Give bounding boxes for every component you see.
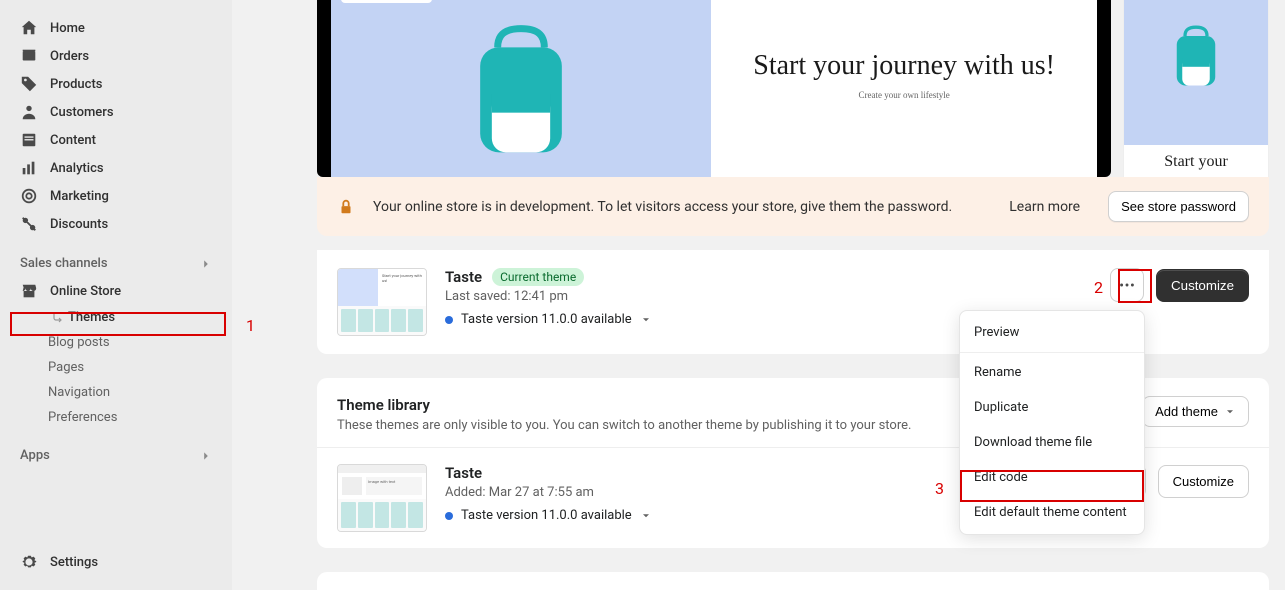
dots-horizontal-icon <box>1118 276 1136 294</box>
banner-text: Your online store is in development. To … <box>373 199 991 215</box>
dropdown-edit-code[interactable]: Edit code <box>960 460 1144 495</box>
theme-thumbnail: Image with text <box>337 464 427 532</box>
dropdown-download[interactable]: Download theme file <box>960 425 1144 460</box>
subnav-label: Preferences <box>48 410 117 425</box>
mobile-preview-body: EComposer <box>1124 0 1268 145</box>
subnav-preferences[interactable]: Preferences <box>8 405 224 430</box>
subnav-label: Blog posts <box>48 335 110 350</box>
nav-home[interactable]: Home <box>8 14 224 42</box>
home-icon <box>20 19 38 37</box>
version-text: Taste version 11.0.0 available <box>461 508 632 523</box>
sidebar: Home Orders Products Customers Content A… <box>0 0 232 590</box>
version-text: Taste version 11.0.0 available <box>461 312 632 327</box>
add-theme-label: Add theme <box>1155 404 1218 419</box>
nav-orders[interactable]: Orders <box>8 42 224 70</box>
theme-preview-row: EComposer Start your journey with us! Cr… <box>317 0 1269 177</box>
nav-label: Products <box>50 77 102 92</box>
mobile-preview-frame: ≡ mileacademia ⌕ ☐ EComposer Start your <box>1123 0 1269 177</box>
content-icon <box>20 131 38 149</box>
desktop-preview-frame: EComposer Start your journey with us! Cr… <box>317 0 1111 177</box>
nav-label: Marketing <box>50 189 109 204</box>
nav-label: Customers <box>50 105 114 120</box>
subnav-pages[interactable]: Pages <box>8 355 224 380</box>
apps-label: Apps <box>20 448 50 463</box>
subnav-label: Navigation <box>48 385 110 400</box>
chevron-right-icon <box>200 450 212 462</box>
nav-label: Discounts <box>50 217 108 232</box>
discount-icon <box>20 215 38 233</box>
dev-store-banner: Your online store is in development. To … <box>317 177 1269 236</box>
target-icon <box>20 187 38 205</box>
nav-settings[interactable]: Settings <box>8 548 224 576</box>
subnav-navigation[interactable]: Navigation <box>8 380 224 405</box>
nav-content[interactable]: Content <box>8 126 224 154</box>
see-store-password-button[interactable]: See store password <box>1108 191 1249 222</box>
chevron-down-icon <box>640 314 652 326</box>
dropdown-edit-default[interactable]: Edit default theme content <box>960 495 1144 530</box>
nav-marketing[interactable]: Marketing <box>8 182 224 210</box>
nav-label: Settings <box>50 555 98 570</box>
nav-discounts[interactable]: Discounts <box>8 210 224 238</box>
current-theme-card: Start your journey with us! Taste Curren… <box>317 250 1269 354</box>
lock-icon <box>337 198 355 216</box>
subnav-label: Themes <box>68 310 115 325</box>
sales-channels-header[interactable]: Sales channels <box>8 250 224 277</box>
nav-products[interactable]: Products <box>8 70 224 98</box>
gear-icon <box>20 553 38 571</box>
chevron-down-icon <box>1224 406 1236 418</box>
store-icon <box>20 282 38 300</box>
status-dot-icon <box>445 316 453 324</box>
apps-header[interactable]: Apps <box>8 442 224 469</box>
nav-label: Online Store <box>50 284 121 299</box>
preview-logo-badge: EComposer <box>341 0 432 3</box>
add-theme-button[interactable]: Add theme <box>1142 396 1249 427</box>
sales-channels-label: Sales channels <box>20 256 108 271</box>
person-icon <box>20 103 38 121</box>
chevron-right-icon <box>200 258 212 270</box>
nav-online-store[interactable]: Online Store <box>8 277 224 305</box>
subnav-label: Pages <box>48 360 84 375</box>
more-actions-dropdown: Preview Rename Duplicate Download theme … <box>959 310 1145 535</box>
subnav-themes[interactable]: Themes <box>8 305 224 330</box>
dropdown-rename[interactable]: Rename <box>960 355 1144 390</box>
indent-icon <box>52 312 64 324</box>
status-dot-icon <box>445 512 453 520</box>
tag-icon <box>20 75 38 93</box>
more-actions-button[interactable] <box>1110 268 1144 302</box>
dropdown-duplicate[interactable]: Duplicate <box>960 390 1144 425</box>
nav-analytics[interactable]: Analytics <box>8 154 224 182</box>
orders-icon <box>20 47 38 65</box>
extra-card <box>317 572 1269 590</box>
theme-thumbnail: Start your journey with us! <box>337 268 427 336</box>
dropdown-separator <box>960 352 1144 353</box>
preview-subline: Create your own lifestyle <box>859 90 950 100</box>
customize-button[interactable]: Customize <box>1158 465 1249 498</box>
mobile-headline: Start your <box>1124 145 1268 177</box>
analytics-icon <box>20 159 38 177</box>
nav-label: Analytics <box>50 161 104 176</box>
main-area: EComposer Start your journey with us! Cr… <box>232 0 1285 590</box>
preview-headline: Start your journey with us! <box>753 48 1055 84</box>
chevron-down-icon <box>640 510 652 522</box>
nav-label: Content <box>50 133 96 148</box>
backpack-illustration <box>461 24 581 164</box>
nav-label: Orders <box>50 49 89 64</box>
learn-more-link[interactable]: Learn more <box>1009 199 1080 215</box>
current-theme-badge: Current theme <box>492 268 584 286</box>
theme-card-actions: Customize Preview Rename Duplicate Downl… <box>1110 268 1249 302</box>
dropdown-preview[interactable]: Preview <box>960 315 1144 350</box>
nav-label: Home <box>50 21 85 36</box>
last-saved: Last saved: 12:41 pm <box>445 289 1092 304</box>
backpack-illustration <box>1168 25 1224 91</box>
customize-button[interactable]: Customize <box>1156 269 1249 302</box>
preview-left-panel: EComposer <box>331 0 711 177</box>
preview-right-panel: Start your journey with us! Create your … <box>711 0 1097 177</box>
subnav-blog-posts[interactable]: Blog posts <box>8 330 224 355</box>
nav-customers[interactable]: Customers <box>8 98 224 126</box>
desktop-preview: EComposer Start your journey with us! Cr… <box>331 0 1097 177</box>
theme-name: Taste <box>445 268 482 286</box>
